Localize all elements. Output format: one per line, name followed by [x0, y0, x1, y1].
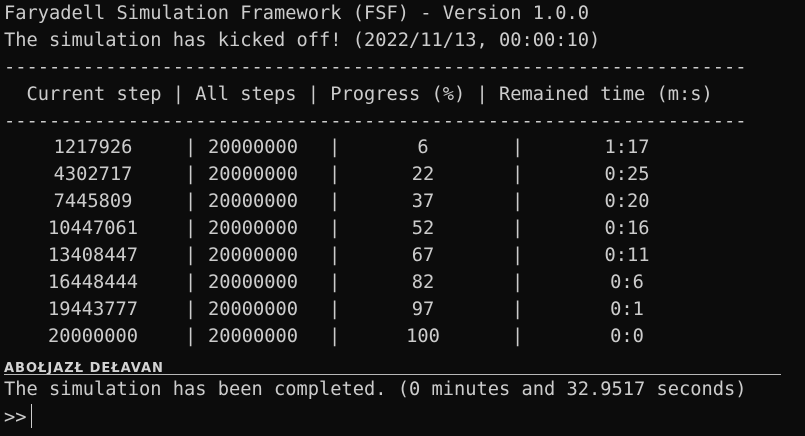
column-separator: |	[329, 245, 341, 267]
table-row: 13408447 | 20000000 | 67 | 0:11	[0, 243, 805, 270]
cell-remained-time: 0:1	[610, 298, 644, 320]
cell-remained-time: 0:6	[610, 271, 644, 293]
cell-remained-time: 0:20	[604, 191, 650, 213]
column-separator: |	[512, 271, 524, 293]
cell-all-steps: 20000000	[208, 325, 299, 347]
cell-current-step: 10447061	[47, 218, 139, 240]
terminal-window[interactable]: Faryadell Simulation Framework (FSF) - V…	[0, 0, 805, 436]
cell-progress: 100	[406, 325, 440, 347]
cell-all-steps: 20000000	[208, 137, 299, 159]
column-separator: |	[185, 191, 197, 213]
cell-progress: 52	[411, 218, 435, 240]
column-separator: |	[185, 245, 197, 267]
column-separator: |	[512, 191, 524, 213]
cell-current-step: 20000000	[47, 325, 139, 347]
column-separator: |	[329, 137, 341, 159]
table-row: 10447061 | 20000000 | 52 | 0:16	[0, 216, 805, 243]
column-separator: |	[512, 325, 524, 347]
column-separator: |	[512, 245, 524, 267]
cell-all-steps: 20000000	[208, 191, 299, 213]
table-header: Current step | All steps | Progress (%) …	[4, 83, 713, 105]
cell-remained-time: 0:11	[604, 245, 650, 267]
table-body: 1217926 | 20000000 | 6 | 1:17 4302717 | 20000000 |…	[0, 135, 805, 350]
column-separator: |	[329, 271, 341, 293]
signature-line: ABOŁJAZŁ DEŁAVAN	[0, 351, 805, 378]
cell-progress: 67	[411, 245, 435, 267]
table-row: 19443777 | 20000000 | 97 | 0:1	[0, 297, 805, 324]
signature-rule	[4, 373, 781, 375]
cell-progress: 37	[411, 191, 435, 213]
cell-progress: 22	[411, 164, 435, 186]
column-separator: |	[185, 298, 197, 320]
prompt-symbol: >>	[4, 407, 27, 429]
cell-current-step: 4302717	[53, 164, 133, 186]
cell-current-step: 16448444	[47, 271, 139, 293]
column-separator: |	[329, 191, 341, 213]
title-line: Faryadell Simulation Framework (FSF) - V…	[4, 3, 590, 24]
cell-current-step: 7445809	[53, 191, 133, 213]
cell-current-step: 1217926	[53, 137, 133, 159]
completed-line: The simulation has been completed. (0 mi…	[4, 379, 747, 401]
column-separator: |	[512, 164, 524, 186]
cell-progress: 97	[411, 298, 435, 320]
column-separator: |	[185, 164, 197, 186]
table-row: 7445809 | 20000000 | 37 | 0:20	[0, 189, 805, 216]
table-row: 4302717 | 20000000 | 22 | 0:25	[0, 162, 805, 189]
table-row: 1217926 | 20000000 | 6 | 1:17	[0, 135, 805, 162]
cell-remained-time: 1:17	[604, 137, 650, 159]
cell-all-steps: 20000000	[208, 298, 299, 320]
column-separator: |	[512, 218, 524, 240]
cell-progress: 82	[411, 271, 435, 293]
text-cursor	[30, 404, 33, 429]
cell-remained-time: 0:25	[604, 164, 650, 186]
column-separator: |	[185, 325, 197, 347]
cell-current-step: 19443777	[47, 298, 139, 320]
cell-progress: 6	[417, 137, 429, 159]
cell-all-steps: 20000000	[208, 271, 299, 293]
column-separator: |	[329, 325, 341, 347]
column-separator: |	[185, 271, 197, 293]
column-separator: |	[512, 298, 524, 320]
column-separator: |	[329, 164, 341, 186]
column-separator: |	[512, 137, 524, 159]
column-separator: |	[329, 298, 341, 320]
cell-all-steps: 20000000	[208, 164, 299, 186]
column-separator: |	[329, 218, 341, 240]
cell-remained-time: 0:0	[610, 325, 644, 347]
status-line: The simulation has kicked off! (2022/11/…	[4, 29, 601, 51]
column-separator: |	[185, 218, 197, 240]
table-row: 20000000 | 20000000 | 100 | 0:0	[0, 324, 805, 351]
cell-all-steps: 20000000	[208, 245, 299, 267]
cell-remained-time: 0:16	[604, 218, 650, 240]
divider-top: ----------------------------------------…	[4, 56, 747, 78]
prompt-line[interactable]: >>	[0, 404, 805, 431]
cell-all-steps: 20000000	[208, 218, 299, 240]
divider-bottom: ----------------------------------------…	[4, 110, 747, 132]
cell-current-step: 13408447	[47, 245, 139, 267]
table-row: 16448444 | 20000000 | 82 | 0:6	[0, 270, 805, 297]
column-separator: |	[185, 137, 197, 159]
